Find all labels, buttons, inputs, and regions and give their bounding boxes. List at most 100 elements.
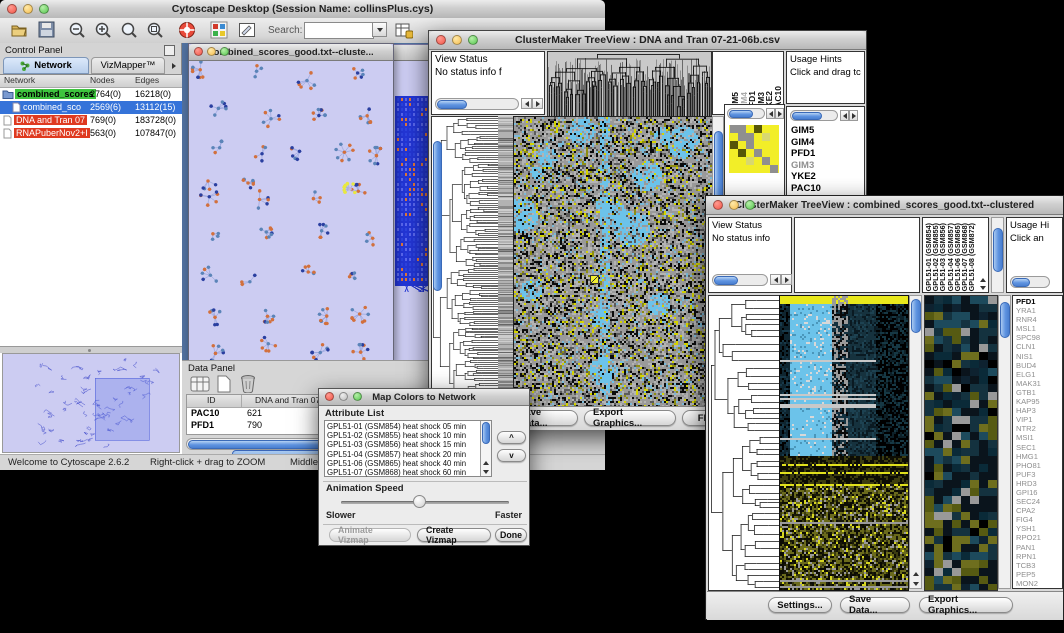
zoom-selected-icon[interactable] xyxy=(120,21,138,39)
zoom-window-icon[interactable] xyxy=(39,4,49,14)
matrix-hscrollbar[interactable] xyxy=(727,108,765,119)
gene-label[interactable]: MON2 xyxy=(1016,579,1041,588)
attribute-listbox[interactable]: GPL51-01 (GSM854) heat shock 05 minGPL51… xyxy=(324,420,492,477)
trash-icon[interactable] xyxy=(240,374,256,393)
export-graphics-button[interactable]: Export Graphics... xyxy=(584,410,676,426)
save-data-button[interactable]: Save Data... xyxy=(840,597,910,613)
attribute-item[interactable]: GPL51-02 (GSM855) heat shock 10 min xyxy=(327,431,478,440)
search-dropdown-button[interactable] xyxy=(372,22,387,37)
cytoscape-titlebar[interactable]: Cytoscape Desktop (Session Name: collins… xyxy=(0,0,605,19)
search-input[interactable] xyxy=(304,22,374,39)
move-down-button[interactable]: v xyxy=(497,449,526,462)
scroll-down-icon[interactable] xyxy=(980,286,986,290)
panel-splitter[interactable] xyxy=(0,346,182,353)
gene-label[interactable]: GIM4 xyxy=(791,137,821,149)
scroll-up-icon[interactable] xyxy=(980,278,986,282)
heatmap-vscrollbar[interactable] xyxy=(909,295,922,589)
attribute-item[interactable]: GPL51-06 (GSM865) heat shock 40 min xyxy=(327,459,478,468)
minimize-icon[interactable] xyxy=(729,200,739,210)
slider-handle[interactable] xyxy=(413,495,426,508)
gene-label[interactable]: RPO21 xyxy=(1016,533,1041,542)
col-nodes[interactable]: Nodes xyxy=(90,75,115,85)
scroll-left-button[interactable] xyxy=(521,98,532,109)
network-canvas[interactable] xyxy=(190,61,390,361)
column-dendrogram[interactable] xyxy=(547,51,712,117)
main-heatmap[interactable] xyxy=(513,116,713,408)
minimize-icon[interactable] xyxy=(452,35,462,45)
gene-label[interactable]: SEC1 xyxy=(1016,443,1041,452)
zoom-vscrollbar[interactable] xyxy=(998,295,1011,589)
treeview1-titlebar[interactable]: ClusterMaker TreeView : DNA and Tran 07-… xyxy=(429,31,866,50)
left-vscrollbar-thumb[interactable] xyxy=(433,141,442,291)
minimize-icon[interactable] xyxy=(23,4,33,14)
network-row[interactable]: DNA and Tran 07 769(0) 183728(0) xyxy=(0,114,182,127)
scroll-up-icon[interactable] xyxy=(483,461,489,465)
gene-label[interactable]: MAK31 xyxy=(1016,379,1041,388)
attribute-item[interactable]: GPL51-01 (GSM854) heat shock 05 min xyxy=(327,422,478,431)
minimize-icon[interactable] xyxy=(339,392,348,401)
tab-overflow-button[interactable] xyxy=(167,59,180,73)
zoom-window-icon[interactable] xyxy=(353,392,362,401)
gene-label[interactable]: CPA2 xyxy=(1016,506,1041,515)
gene-label[interactable]: RPN1 xyxy=(1016,552,1041,561)
gene-list-hscrollbar[interactable] xyxy=(790,110,838,121)
settings-button[interactable]: Settings... xyxy=(768,597,832,613)
window-controls[interactable] xyxy=(7,4,49,14)
move-up-button[interactable]: ^ xyxy=(497,431,526,444)
scroll-left-button[interactable] xyxy=(770,274,781,285)
scroll-left-button[interactable] xyxy=(840,110,849,121)
dialog-titlebar[interactable]: Map Colors to Network xyxy=(319,389,529,406)
gene-label[interactable]: PFD1 xyxy=(791,148,821,160)
annotation-icon[interactable] xyxy=(238,21,256,39)
zoom-out-icon[interactable] xyxy=(68,21,86,39)
tab-network[interactable]: Network xyxy=(3,57,89,74)
attribute-item[interactable]: GPL51-04 (GSM857) heat shock 20 min xyxy=(327,450,478,459)
minimize-icon[interactable] xyxy=(207,47,216,56)
gene-label[interactable]: PUF3 xyxy=(1016,470,1041,479)
gene-label[interactable]: PHO81 xyxy=(1016,461,1041,470)
gene-label[interactable]: GIM5 xyxy=(791,125,821,137)
help-ring-icon[interactable] xyxy=(178,21,196,39)
gene-label[interactable]: GTB1 xyxy=(1016,388,1041,397)
scroll-right-button[interactable] xyxy=(775,108,784,119)
gene-label[interactable]: NIS1 xyxy=(1016,352,1041,361)
close-icon[interactable] xyxy=(436,35,446,45)
new-document-icon[interactable] xyxy=(216,375,232,393)
gene-label[interactable]: ELG1 xyxy=(1016,370,1041,379)
float-panel-icon[interactable] xyxy=(164,45,175,56)
gene-label[interactable]: SPC98 xyxy=(1016,333,1041,342)
treeview2-column-dendrogram-area[interactable] xyxy=(794,217,920,293)
scroll-up-icon[interactable] xyxy=(913,572,919,576)
gene-label[interactable]: HMG1 xyxy=(1016,452,1041,461)
gene-label[interactable]: HRD3 xyxy=(1016,479,1041,488)
dense-network-canvas[interactable] xyxy=(395,96,431,292)
gene-label[interactable]: NTR2 xyxy=(1016,424,1041,433)
gene-label[interactable]: PAN1 xyxy=(1016,543,1041,552)
gene-label[interactable]: RNR4 xyxy=(1016,315,1041,324)
gene-label[interactable]: VIP1 xyxy=(1016,415,1041,424)
gene-label[interactable]: YKE2 xyxy=(791,171,821,183)
animate-vizmap-button[interactable]: Animate Vizmap xyxy=(329,528,411,542)
done-button[interactable]: Done xyxy=(495,528,527,542)
usage-hints-scrollbar[interactable] xyxy=(1010,276,1050,288)
close-icon[interactable] xyxy=(194,47,203,56)
gene-label[interactable]: GIM3 xyxy=(791,160,821,172)
open-session-icon[interactable] xyxy=(10,22,28,38)
save-session-icon[interactable] xyxy=(38,21,55,38)
network-row[interactable]: RNAPuberNov2+I 563(0) 107847(0) xyxy=(0,127,182,140)
import-table-icon[interactable] xyxy=(395,21,413,39)
col-network[interactable]: Network xyxy=(4,75,35,85)
treeview2-titlebar[interactable]: ClusterMaker TreeView : combined_scores_… xyxy=(706,196,1063,215)
row-dendrogram[interactable] xyxy=(708,295,780,591)
tab-vizmapper[interactable]: VizMapper™ xyxy=(91,57,165,74)
scroll-left-button[interactable] xyxy=(766,108,775,119)
gene-label[interactable]: TCB3 xyxy=(1016,561,1041,570)
attribute-item[interactable]: GPL51-03 (GSM856) heat shock 15 min xyxy=(327,440,478,449)
network-row[interactable]: combined_scores 2764(0) 16218(0) xyxy=(0,88,182,101)
gene-label[interactable]: PFD1 xyxy=(1016,297,1041,306)
gene-label[interactable]: YSH1 xyxy=(1016,524,1041,533)
gene-label[interactable]: PEP5 xyxy=(1016,570,1041,579)
table-icon[interactable] xyxy=(190,376,210,392)
close-icon[interactable] xyxy=(7,4,17,14)
gene-label[interactable]: CLN1 xyxy=(1016,342,1041,351)
